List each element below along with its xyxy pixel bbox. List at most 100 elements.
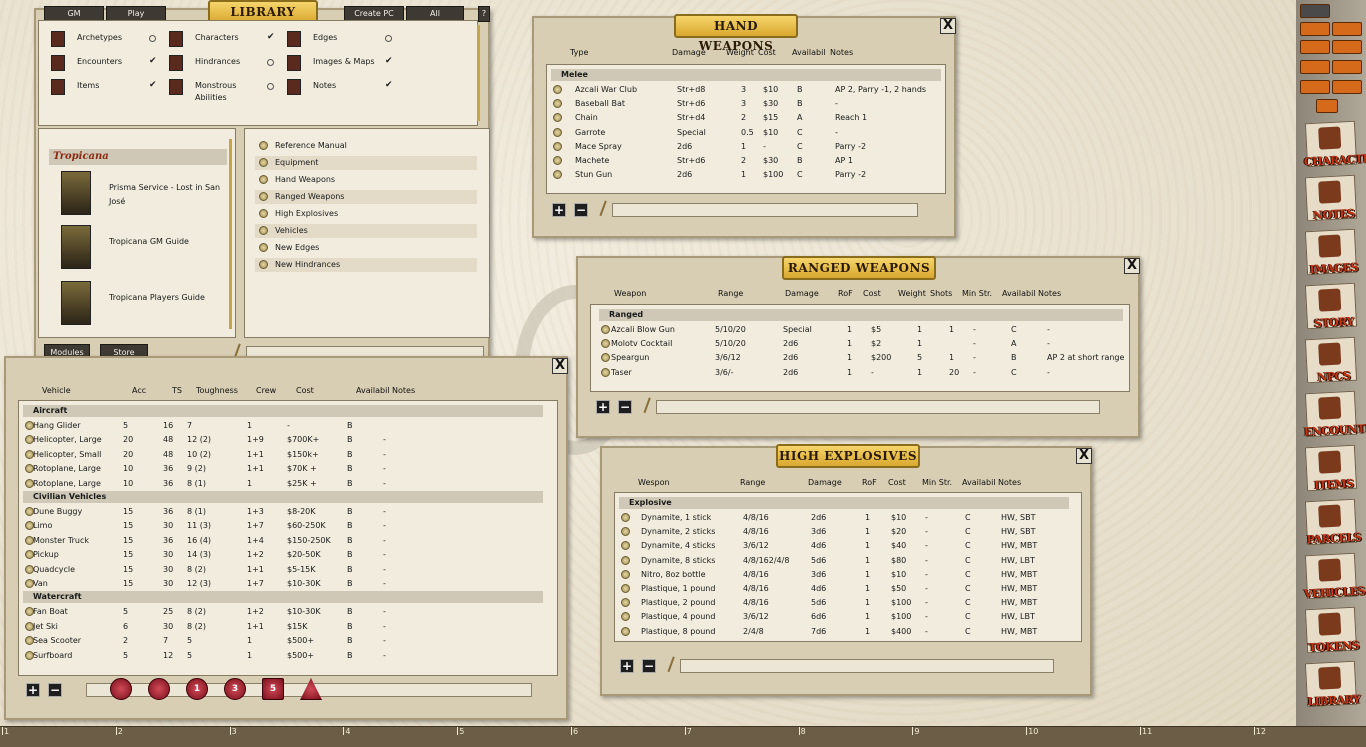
high-explosives-search-input[interactable] — [680, 659, 1054, 673]
vehicles-row[interactable]: Quadcycle 15 30 8 (2) 1+1 $5-15K B - — [23, 563, 543, 577]
hotkey-slot-6[interactable]: 6 — [573, 727, 578, 736]
category-images-maps[interactable]: Images & Maps — [313, 57, 375, 66]
category-encounters[interactable]: Encounters — [77, 57, 122, 66]
close-icon[interactable]: X — [552, 358, 568, 374]
modifier-tool-icon[interactable] — [1300, 80, 1330, 94]
help-button[interactable]: ? — [478, 6, 490, 22]
walk-tool-icon[interactable] — [1300, 22, 1330, 36]
remove-button[interactable]: − — [642, 659, 656, 673]
category-monstrous-line2[interactable]: Abilities — [195, 93, 227, 102]
hand-weapons-row[interactable]: Garrote Special 0.5 $10 C - — [551, 126, 941, 140]
book-link-equipment[interactable]: Equipment — [255, 156, 477, 170]
add-button[interactable]: + — [552, 203, 566, 217]
category-toggle-dot[interactable] — [267, 83, 274, 90]
hand-weapons-row[interactable]: Baseball Bat Str+d6 3 $30 B - — [551, 97, 941, 111]
high-explosives-row[interactable]: Plastique, 2 pound 4/8/16 5d6 1 $100 - C HW, MB… — [619, 596, 1069, 610]
ranged-weapons-row[interactable]: Azcali Blow Gun 5/10/20 Special 1 $5 1 1 - C - — [599, 323, 1123, 337]
high-explosives-row[interactable]: Dynamite, 8 sticks 4/8/162/4/8 5d6 1 $80 - C HW… — [619, 554, 1069, 568]
book-title-players-guide[interactable]: Tropicana Players Guide — [109, 293, 205, 302]
hotkey-slot-2[interactable]: 2 — [118, 727, 123, 736]
d20-icon[interactable] — [110, 678, 132, 700]
book-title-gm-guide[interactable]: Tropicana GM Guide — [109, 237, 189, 246]
category-characters[interactable]: Characters — [195, 33, 239, 42]
category-check-icon[interactable]: ✔ — [149, 80, 157, 90]
close-icon[interactable]: X — [940, 18, 956, 34]
book-link-new-edges[interactable]: New Edges — [255, 241, 477, 255]
close-icon[interactable]: X — [1076, 448, 1092, 464]
vehicles-row[interactable]: Dune Buggy 15 36 8 (1) 1+3 $8-20K B - — [23, 505, 543, 519]
combat-tool-icon[interactable] — [1300, 40, 1330, 54]
book-link-high-explosives[interactable]: High Explosives — [255, 207, 477, 221]
category-check-icon[interactable]: ✔ — [385, 56, 393, 66]
high-explosives-row[interactable]: Dynamite, 4 sticks 3/6/12 4d6 1 $40 - C HW, MBT — [619, 539, 1069, 553]
hotkey-slot-12[interactable]: 12 — [1256, 727, 1266, 736]
sidebar-tab-notes[interactable]: Notes — [1304, 174, 1358, 222]
category-scrollbar[interactable] — [477, 25, 480, 121]
hotkey-slot-1[interactable]: 1 — [4, 727, 9, 736]
effects-tool-icon[interactable] — [1332, 80, 1362, 94]
tools-icon[interactable] — [1332, 22, 1362, 36]
book-link-ranged-weapons[interactable]: Ranged Weapons — [255, 190, 477, 204]
remove-button[interactable]: − — [574, 203, 588, 217]
vehicles-row[interactable]: Fan Boat 5 25 8 (2) 1+2 $10-30K B - — [23, 605, 543, 619]
close-icon[interactable]: X — [1124, 258, 1140, 274]
category-check-icon[interactable]: ✔ — [267, 32, 275, 42]
book-title-prisma[interactable]: Prisma Service - Lost in San — [109, 183, 220, 192]
category-toggle-dot[interactable] — [267, 59, 274, 66]
sidebar-tab-story[interactable]: Story — [1304, 282, 1358, 330]
vehicles-row[interactable]: Monster Truck 15 36 16 (4) 1+4 $150-250K B - — [23, 534, 543, 548]
category-hindrances[interactable]: Hindrances — [195, 57, 240, 66]
sound-tool-icon[interactable] — [1300, 60, 1330, 74]
pointer-tool-icon[interactable] — [1300, 4, 1330, 18]
book-link-hand-weapons[interactable]: Hand Weapons — [255, 173, 477, 187]
ranged-weapons-row[interactable]: Speargun 3/6/12 2d6 1 $200 5 1 - B AP 2 at short … — [599, 351, 1124, 365]
sidebar-tab-npcs[interactable]: NPCs — [1304, 336, 1358, 384]
vehicles-row[interactable]: Van 15 30 12 (3) 1+7 $10-30K B - — [23, 577, 543, 591]
remove-button[interactable]: − — [48, 683, 62, 697]
dice-tool-icon[interactable] — [1332, 60, 1362, 74]
book-cover-prisma[interactable] — [61, 171, 91, 215]
hand-weapons-row[interactable]: Mace Spray 2d6 1 - C Parry -2 — [551, 140, 941, 154]
high-explosives-row[interactable]: Dynamite, 1 stick 4/8/16 2d6 1 $10 - C HW, SBT — [619, 511, 1069, 525]
sidebar-tab-images[interactable]: Images — [1304, 228, 1358, 276]
vehicles-row[interactable]: Sea Scooter 2 7 5 1 $500+ B - — [23, 634, 543, 648]
hotkey-slot-11[interactable]: 11 — [1142, 727, 1152, 736]
d6-icon[interactable]: 5 — [262, 678, 284, 700]
vehicles-row[interactable]: Helicopter, Small 20 48 10 (2) 1+1 $150k+ B - — [23, 448, 543, 462]
ranged-weapons-row[interactable]: Taser 3/6/- 2d6 1 - 1 20 - C - — [599, 366, 1123, 380]
hand-weapons-row[interactable]: Azcali War Club Str+d8 3 $10 B AP 2, Parry -1… — [551, 83, 941, 97]
module-scrollbar[interactable] — [229, 139, 232, 329]
remove-button[interactable]: − — [618, 400, 632, 414]
hand-weapons-row[interactable]: Stun Gun 2d6 1 $100 C Parry -2 — [551, 168, 941, 182]
sidebar-tab-library[interactable]: Library — [1304, 660, 1361, 708]
vehicles-row[interactable]: Rotoplane, Large 10 36 8 (1) 1 $25K + B - — [23, 477, 543, 491]
category-check-icon[interactable]: ✔ — [149, 56, 157, 66]
vehicles-row[interactable]: Jet Ski 6 30 8 (2) 1+1 $15K B - — [23, 620, 543, 634]
sidebar-tab-vehicles[interactable]: Vehicles — [1304, 552, 1365, 600]
add-button[interactable]: + — [620, 659, 634, 673]
high-explosives-row[interactable]: Plastique, 4 pound 3/6/12 6d6 1 $100 - C HW, LB… — [619, 610, 1069, 624]
book-link-vehicles[interactable]: Vehicles — [255, 224, 477, 238]
category-monstrous[interactable]: Monstrous — [195, 81, 236, 90]
high-explosives-row[interactable]: Dynamite, 2 sticks 4/8/16 3d6 1 $20 - C HW, SBT — [619, 525, 1069, 539]
vehicles-row[interactable]: Helicopter, Large 20 48 12 (2) 1+9 $700K+ B - — [23, 433, 543, 447]
high-explosives-row[interactable]: Plastique, 1 pound 4/8/16 4d6 1 $50 - C HW, MBT — [619, 582, 1069, 596]
hotkey-slot-5[interactable]: 5 — [459, 727, 464, 736]
sidebar-tab-parcels[interactable]: Parcels — [1304, 498, 1361, 546]
hand-weapons-search-input[interactable] — [612, 203, 918, 217]
book-link-reference-manual[interactable]: Reference Manual — [255, 139, 477, 153]
category-archetypes[interactable]: Archetypes — [77, 33, 122, 42]
sidebar-tab-items[interactable]: Items — [1304, 444, 1358, 492]
vehicles-row[interactable]: Rotoplane, Large 10 36 9 (2) 1+1 $70K + B - — [23, 462, 543, 476]
sidebar-tab-tokens[interactable]: Tokens — [1304, 606, 1360, 654]
book-cover-gm-guide[interactable] — [61, 225, 91, 269]
sidebar-tab-encounters[interactable]: Encounters — [1304, 390, 1366, 438]
vehicles-row[interactable]: Pickup 15 30 14 (3) 1+2 $20-50K B - — [23, 548, 543, 562]
ranged-weapons-search-input[interactable] — [656, 400, 1100, 414]
hand-weapons-row[interactable]: Chain Str+d4 2 $15 A Reach 1 — [551, 111, 941, 125]
category-items[interactable]: Items — [77, 81, 99, 90]
add-button[interactable]: + — [596, 400, 610, 414]
category-toggle-dot[interactable] — [385, 35, 392, 42]
light-tool-icon[interactable] — [1332, 40, 1362, 54]
hotkey-slot-7[interactable]: 7 — [687, 727, 692, 736]
